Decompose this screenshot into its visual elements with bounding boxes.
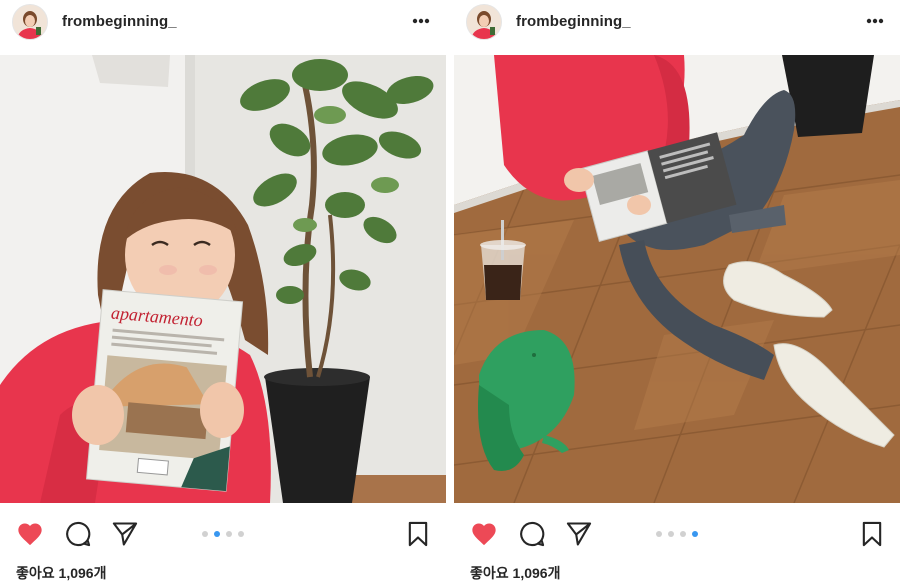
username[interactable]: frombeginning_ [62, 13, 177, 30]
post-header: frombeginning_ [0, 0, 446, 55]
more-icon[interactable] [866, 18, 884, 24]
comment-icon[interactable] [64, 520, 92, 548]
bookmark-icon[interactable] [404, 520, 432, 548]
username[interactable]: frombeginning_ [516, 13, 631, 30]
action-bar [0, 503, 446, 563]
post-header: frombeginning_ [454, 0, 900, 55]
post-card: frombeginning_ [0, 0, 446, 584]
carousel-dot [202, 531, 208, 537]
post-card: frombeginning_ [454, 0, 900, 584]
avatar[interactable] [466, 4, 502, 40]
share-icon[interactable] [111, 520, 139, 548]
carousel-dot-active [692, 531, 698, 537]
likes-count[interactable]: 좋아요 1,096개 [16, 563, 106, 583]
likes-count[interactable]: 좋아요 1,096개 [470, 563, 560, 583]
carousel-dot-active [214, 531, 220, 537]
heart-icon[interactable] [470, 520, 498, 548]
carousel-dot [238, 531, 244, 537]
bookmark-icon[interactable] [858, 520, 886, 548]
share-icon[interactable] [565, 520, 593, 548]
avatar[interactable] [12, 4, 48, 40]
more-icon[interactable] [412, 18, 430, 24]
carousel-dot [226, 531, 232, 537]
post-photo[interactable] [454, 55, 900, 503]
divider [446, 0, 454, 584]
carousel-dot [668, 531, 674, 537]
post-photo[interactable]: apartamento [0, 55, 446, 503]
action-bar [454, 503, 900, 563]
carousel-dot [680, 531, 686, 537]
carousel-dot [656, 531, 662, 537]
comment-icon[interactable] [518, 520, 546, 548]
heart-icon[interactable] [16, 520, 44, 548]
